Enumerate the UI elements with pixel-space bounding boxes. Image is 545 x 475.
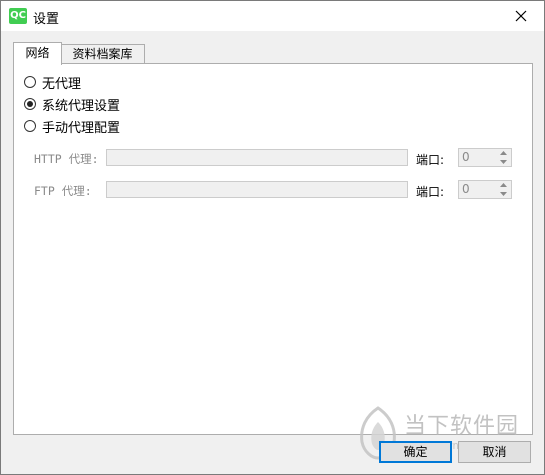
ftp-port-spinbox[interactable]: 0	[458, 180, 512, 199]
http-proxy-input[interactable]	[106, 149, 408, 166]
watermark-text: 当下软件园	[404, 414, 520, 439]
window-title: 设置	[33, 12, 60, 27]
chevron-up-icon	[499, 183, 507, 187]
spin-up-button[interactable]	[496, 181, 510, 189]
chevron-down-icon	[499, 160, 507, 164]
radio-button[interactable]	[24, 120, 36, 132]
cancel-button[interactable]: 取消	[458, 441, 531, 463]
chevron-down-icon	[499, 192, 507, 196]
radio-manual-proxy[interactable]: 手动代理配置	[24, 117, 121, 136]
spin-down-button[interactable]	[496, 190, 510, 198]
http-port-spinbox[interactable]: 0	[458, 148, 512, 167]
radio-button[interactable]	[24, 76, 36, 88]
radio-system-proxy[interactable]: 系统代理设置	[24, 95, 121, 114]
tab-network[interactable]: 网络	[13, 42, 62, 65]
radio-label: 手动代理配置	[42, 120, 121, 136]
radio-no-proxy[interactable]: 无代理	[24, 73, 82, 92]
http-port-value: 0	[462, 150, 470, 164]
tab-repository[interactable]: 资料档案库	[60, 44, 145, 64]
ftp-port-value: 0	[462, 182, 470, 196]
ftp-port-label: 端口:	[416, 185, 445, 199]
radio-label: 无代理	[42, 76, 82, 92]
ftp-proxy-label: FTP 代理:	[34, 184, 92, 198]
spin-up-button[interactable]	[496, 149, 510, 157]
spin-down-button[interactable]	[496, 158, 510, 166]
network-panel: 无代理 系统代理设置 手动代理配置 HTTP 代理: 端口: 0 FTP 代理:…	[13, 63, 533, 435]
http-port-label: 端口:	[416, 153, 445, 167]
radio-button-checked[interactable]	[24, 98, 36, 110]
radio-label: 系统代理设置	[42, 98, 121, 114]
close-button[interactable]	[498, 1, 544, 31]
chevron-up-icon	[499, 151, 507, 155]
close-icon	[515, 10, 527, 22]
qt-app-icon: QC	[9, 8, 27, 24]
http-proxy-label: HTTP 代理:	[34, 152, 99, 166]
ok-button[interactable]: 确定	[379, 441, 452, 463]
settings-dialog: QC 设置 网络 资料档案库 无代理 系统代理设置 手动代理配置 HTTP 代理…	[0, 0, 545, 475]
title-bar[interactable]: QC 设置	[1, 1, 544, 31]
ftp-proxy-input[interactable]	[106, 181, 408, 198]
